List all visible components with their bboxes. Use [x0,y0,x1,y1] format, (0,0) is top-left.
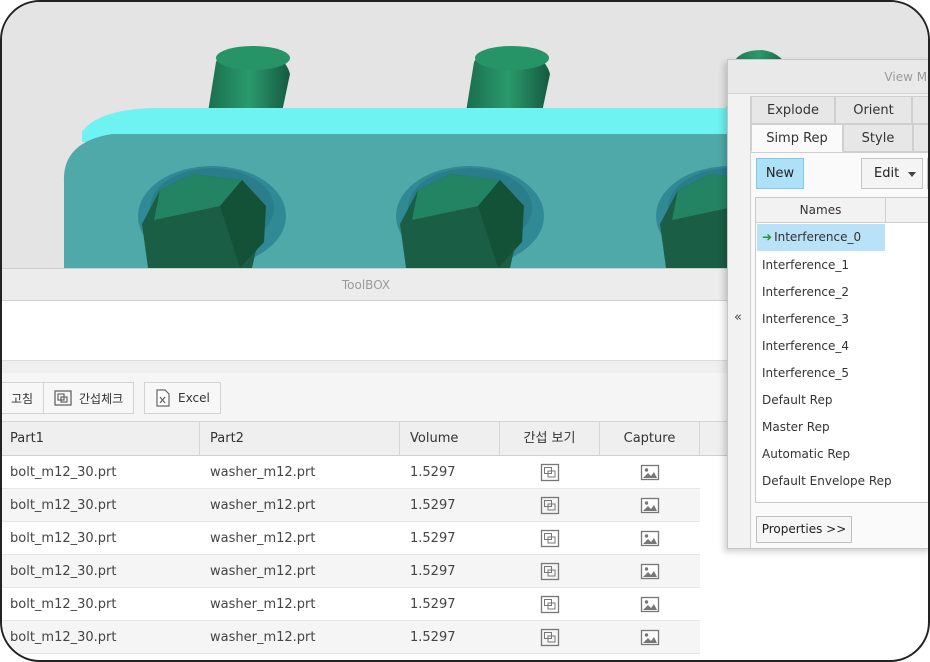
cell-part2: washer_m12.prt [210,465,316,480]
table-row[interactable]: bolt_m12_30.prt washer_m12.prt 1.5297 [2,621,700,654]
capture-image-icon[interactable] [640,595,660,614]
interference-view-icon[interactable] [540,496,560,515]
list-item[interactable]: Default Rep [757,387,832,414]
toolbox-button-bar: 고침 간섭체크 Excel [2,373,730,421]
view-manager-title[interactable]: View Manag [728,60,928,94]
window-frame: ToolBOX 고침 간섭체크 Excel Part1 Part2 Volume… [0,0,930,662]
tab-simp-rep[interactable]: Simp Rep [751,124,843,152]
properties-button[interactable]: Properties >> [756,516,852,543]
collapse-panel-button[interactable]: « [734,310,742,325]
tab-overflow-2[interactable] [913,124,928,152]
cell-part2: washer_m12.prt [210,498,316,513]
capture-image-icon[interactable] [640,562,660,581]
interference-check-button[interactable]: 간섭체크 [43,382,135,414]
table-row[interactable]: bolt_m12_30.prt washer_m12.prt 1.5297 [2,588,700,621]
interference-view-icon[interactable] [540,595,560,614]
view-manager-content: Explode Orient Simp Rep Style New Edit N… [750,96,928,548]
interference-table-body: bolt_m12_30.prt washer_m12.prt 1.5297 bo… [2,456,700,654]
list-item-selected[interactable]: ➜ Interference_0 [757,224,885,251]
tab-style[interactable]: Style [843,124,913,152]
view-manager-dialog: View Manag « Explode Orient Simp Rep Sty… [727,59,928,549]
col-header-capture[interactable]: Capture [600,422,700,456]
list-item[interactable]: Automatic Rep [757,441,850,468]
tab-orient[interactable]: Orient [835,96,912,124]
repair-button-label: 고침 [11,391,34,406]
table-row[interactable]: bolt_m12_30.prt washer_m12.prt 1.5297 [2,456,700,489]
edit-dropdown-button[interactable]: Edit [861,158,923,189]
list-item[interactable]: Master Rep [757,414,830,441]
tab-overflow[interactable] [912,96,928,124]
list-item[interactable]: Interference_5 [757,360,849,387]
excel-export-label: Excel [178,391,210,405]
cell-volume: 1.5297 [410,498,456,513]
interference-check-icon [54,390,72,406]
cell-part1: bolt_m12_30.prt [10,465,117,480]
cell-part1: bolt_m12_30.prt [10,531,117,546]
table-row[interactable]: bolt_m12_30.prt washer_m12.prt 1.5297 [2,522,700,555]
capture-image-icon[interactable] [640,628,660,647]
cell-part2: washer_m12.prt [210,564,316,579]
toolbox-divider [2,361,730,373]
interference-view-icon[interactable] [540,463,560,482]
list-item-label: Interference_0 [774,230,862,244]
cell-volume: 1.5297 [410,630,456,645]
new-button[interactable]: New [756,158,804,189]
capture-image-icon[interactable] [640,463,660,482]
table-row[interactable]: bolt_m12_30.prt washer_m12.prt 1.5297 [2,555,700,588]
list-item[interactable]: Default Envelope Rep [757,468,892,495]
capture-image-icon[interactable] [640,529,660,548]
interference-view-icon[interactable] [540,562,560,581]
names-list: Names ➜ Interference_0 Interference_1 Int… [755,197,928,503]
interference-check-label: 간섭체크 [79,391,124,406]
repair-button[interactable]: 고침 [2,382,45,414]
cell-part2: washer_m12.prt [210,531,316,546]
capture-image-icon[interactable] [640,496,660,515]
cell-volume: 1.5297 [410,564,456,579]
list-item[interactable]: Interference_2 [757,279,849,306]
names-header-filler [886,198,928,223]
bolt-shaft-1 [208,46,290,112]
simp-rep-panel: New Edit Names ➜ Interference_0 Interfere… [751,152,928,548]
list-item[interactable]: Interference_1 [757,252,849,279]
cell-volume: 1.5297 [410,465,456,480]
excel-export-button[interactable]: Excel [144,382,221,414]
cell-volume: 1.5297 [410,597,456,612]
names-column-header[interactable]: Names [756,198,886,223]
table-header: Part1 Part2 Volume 간섭 보기 Capture [2,421,730,456]
cell-volume: 1.5297 [410,531,456,546]
tab-explode[interactable]: Explode [751,96,835,124]
cell-part2: washer_m12.prt [210,630,316,645]
interference-view-icon[interactable] [540,628,560,647]
col-header-view[interactable]: 간섭 보기 [500,422,600,456]
cell-part2: washer_m12.prt [210,597,316,612]
list-item[interactable]: Interference_4 [757,333,849,360]
table-row[interactable]: bolt_m12_30.prt washer_m12.prt 1.5297 [2,489,700,522]
cell-part1: bolt_m12_30.prt [10,630,117,645]
cell-part1: bolt_m12_30.prt [10,597,117,612]
bolt-shaft-2 [466,46,550,112]
cell-part1: bolt_m12_30.prt [10,498,117,513]
toolbox-title: ToolBOX [2,268,730,301]
chevron-down-icon [908,172,916,177]
cell-part1: bolt_m12_30.prt [10,564,117,579]
interference-view-icon[interactable] [540,529,560,548]
edit-label: Edit [874,166,900,181]
view-manager-title-text: View Manag [884,70,928,84]
col-header-part2[interactable]: Part2 [200,422,400,456]
toolbox-content-area [2,301,730,361]
list-item[interactable]: Interference_3 [757,306,849,333]
active-arrow-icon: ➜ [762,230,773,244]
excel-file-icon [156,389,170,407]
col-header-part1[interactable]: Part1 [2,422,200,456]
col-header-volume[interactable]: Volume [400,422,500,456]
